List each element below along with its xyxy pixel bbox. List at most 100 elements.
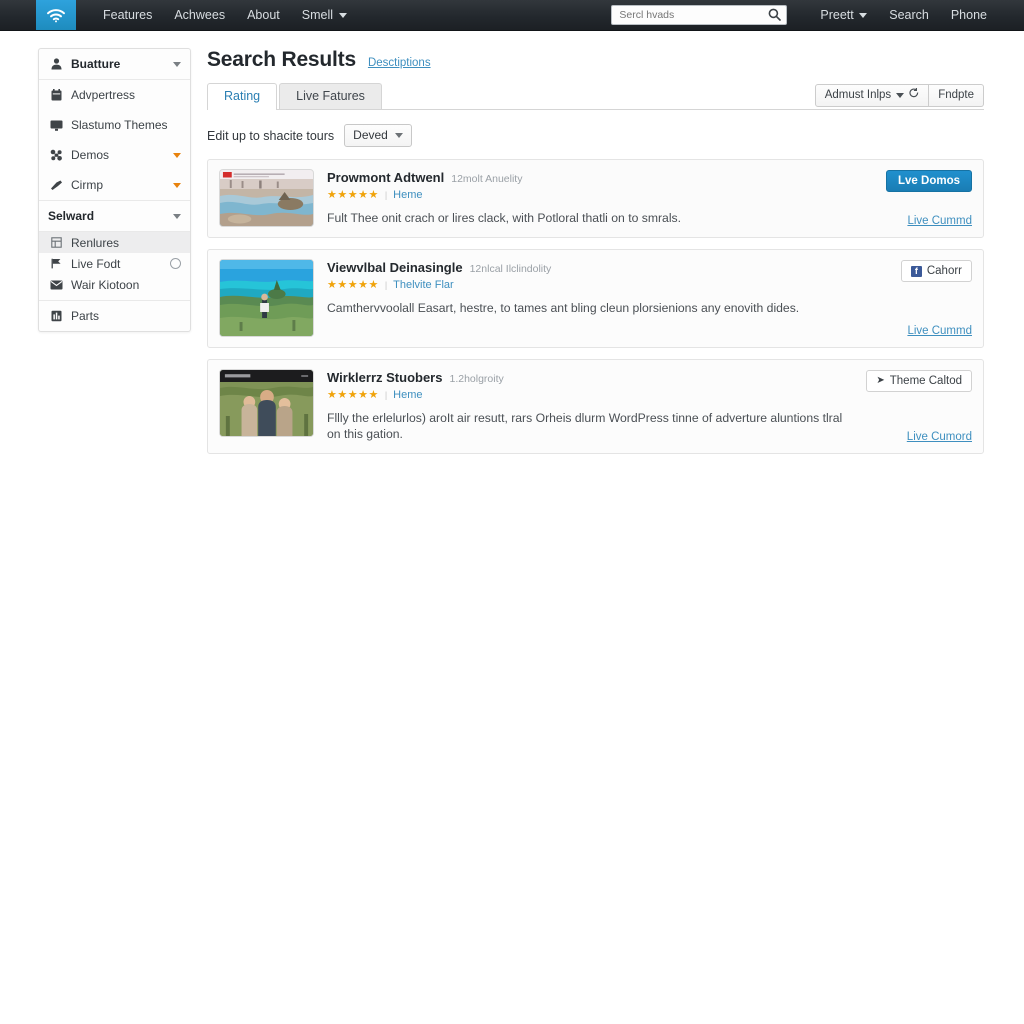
live-cumord-link[interactable]: Live Cumord bbox=[907, 431, 972, 443]
tab-live-features[interactable]: Live Fatures bbox=[279, 83, 382, 109]
sidebar: Buatture Advpertress Slastumo Themes Dem… bbox=[38, 48, 191, 332]
monitor-icon bbox=[48, 118, 64, 132]
result-actions: Lve Domos Live Cummd bbox=[847, 169, 972, 227]
chevron-down-icon bbox=[859, 12, 868, 18]
result-rating-link[interactable]: Thelvite Flar bbox=[393, 279, 454, 291]
live-cummd-link[interactable]: Live Cummd bbox=[907, 215, 972, 227]
nav-link-smell[interactable]: Smell bbox=[291, 0, 358, 31]
search-icon[interactable] bbox=[768, 8, 782, 26]
sidebar-item-label: Slastumo Themes bbox=[71, 118, 168, 132]
tab-bar: Rating Live Fatures Admust Inlps Fndpte bbox=[207, 83, 984, 110]
result-rating-row: ★★★★★ | Heme bbox=[327, 188, 847, 202]
live-demos-button[interactable]: Lve Domos bbox=[886, 170, 972, 192]
refresh-icon bbox=[909, 85, 919, 106]
result-rating-row: ★★★★★ | Thelvite Flar bbox=[327, 278, 847, 292]
nav-link-search[interactable]: Search bbox=[878, 0, 940, 31]
deved-select[interactable]: Deved bbox=[344, 124, 412, 147]
page-title: Search Results bbox=[207, 48, 356, 71]
result-description: Fult Thee onit crach or lires clack, wit… bbox=[327, 211, 682, 225]
sidebar-item-label: Cirmp bbox=[71, 178, 103, 192]
sidebar-item-label: Selward bbox=[48, 209, 95, 223]
result-title[interactable]: Prowmont Adtwenl bbox=[327, 170, 444, 185]
calendar-icon bbox=[48, 88, 64, 102]
sidebar-item-buatture[interactable]: Buatture bbox=[39, 49, 190, 79]
sidebar-group-selward-header: Selward bbox=[39, 201, 190, 232]
nav-link-achwees[interactable]: Achwees bbox=[163, 0, 236, 31]
nav-link-about[interactable]: About bbox=[236, 0, 291, 31]
site-logo[interactable] bbox=[36, 0, 76, 30]
result-thumbnail[interactable] bbox=[219, 169, 314, 227]
filter-row: Edit up to shacite tours Deved bbox=[207, 124, 984, 147]
sidebar-item-demos[interactable]: Demos bbox=[39, 140, 190, 170]
descriptions-link[interactable]: Desctiptions bbox=[368, 57, 431, 69]
nav-link-features[interactable]: Features bbox=[92, 0, 163, 31]
sidebar-item-parts[interactable]: Parts bbox=[39, 301, 190, 331]
result-rating-link[interactable]: Heme bbox=[393, 189, 422, 201]
notification-badge-icon bbox=[170, 258, 181, 269]
nav-search-box[interactable] bbox=[611, 5, 788, 26]
result-body: Wirklerrz Stuobers 1.2holgroity ★★★★★ | … bbox=[327, 369, 847, 443]
adjust-inlps-label: Admust Inlps bbox=[824, 89, 892, 101]
person-icon bbox=[48, 57, 64, 71]
cahorr-button[interactable]: f Cahorr bbox=[900, 260, 972, 282]
rating-separator: | bbox=[384, 279, 388, 290]
search-input[interactable] bbox=[612, 6, 787, 24]
rocket-icon: ➤ bbox=[876, 375, 885, 386]
result-meta: 12nlcal Ilclindolity bbox=[469, 263, 552, 275]
result-title-row: Viewvlbal Deinasingle 12nlcal Ilclindoli… bbox=[327, 260, 847, 275]
sidebar-item-live-fodt[interactable]: Live Fodt bbox=[39, 253, 190, 274]
result-card[interactable]: Viewvlbal Deinasingle 12nlcal Ilclindoli… bbox=[207, 249, 984, 348]
sidebar-group-parts: Parts bbox=[39, 301, 190, 331]
puzzle-icon bbox=[48, 148, 64, 162]
result-title[interactable]: Wirklerrz Stuobers bbox=[327, 370, 442, 385]
landscape-red-header-thumbnail bbox=[220, 170, 313, 226]
result-thumbnail[interactable] bbox=[219, 259, 314, 337]
sidebar-item-selward[interactable]: Selward bbox=[39, 201, 190, 231]
secondary-nav-area: Preett Search Phone bbox=[611, 0, 1024, 30]
result-rating-link[interactable]: Heme bbox=[393, 389, 422, 401]
result-meta: 1.2holgroity bbox=[449, 373, 504, 385]
chevron-down-icon bbox=[173, 61, 181, 67]
adjust-inlps-button[interactable]: Admust Inlps bbox=[814, 84, 930, 107]
chevron-down-icon bbox=[394, 133, 403, 138]
tab-rating[interactable]: Rating bbox=[207, 83, 278, 110]
primary-nav-links: Features Achwees About Smell bbox=[92, 0, 358, 30]
sidebar-item-label: Live Fodt bbox=[71, 256, 121, 271]
nav-link-smell-label: Smell bbox=[301, 7, 334, 22]
beach-coastline-thumbnail bbox=[220, 260, 313, 336]
rating-separator: | bbox=[384, 189, 388, 200]
result-body: Viewvlbal Deinasingle 12nlcal Ilclindoli… bbox=[327, 259, 847, 337]
sidebar-item-cirmp[interactable]: Cirmp bbox=[39, 170, 190, 200]
brush-icon bbox=[48, 178, 64, 192]
sidebar-item-renlures[interactable]: Renlures bbox=[39, 232, 190, 253]
sidebar-item-label: Demos bbox=[71, 148, 110, 162]
sidebar-item-label: Buatture bbox=[71, 57, 121, 71]
facebook-icon: f bbox=[910, 265, 922, 277]
sidebar-item-label: Wair Kiotoon bbox=[71, 277, 140, 292]
update-button[interactable]: Fndpte bbox=[929, 84, 984, 107]
result-title-row: Prowmont Adtwenl 12molt Anuelity bbox=[327, 170, 847, 185]
sidebar-group-selward-items: Renlures Live Fodt Wair Kiotoon bbox=[39, 232, 190, 301]
top-navigation-bar: Features Achwees About Smell Preett Sear… bbox=[0, 0, 1024, 31]
sidebar-item-advpertress[interactable]: Advpertress bbox=[39, 80, 190, 110]
theme-caltod-button[interactable]: ➤ Theme Caltod bbox=[866, 370, 972, 392]
result-thumbnail[interactable] bbox=[219, 369, 314, 437]
result-card[interactable]: Wirklerrz Stuobers 1.2holgroity ★★★★★ | … bbox=[207, 359, 984, 454]
result-card[interactable]: Prowmont Adtwenl 12molt Anuelity ★★★★★ |… bbox=[207, 159, 984, 238]
result-description: Camthervvoolall Easart, hestre, to tames… bbox=[327, 301, 800, 315]
nav-link-phone[interactable]: Phone bbox=[940, 0, 998, 31]
chevron-down-icon bbox=[173, 213, 181, 219]
nav-link-preett[interactable]: Preett bbox=[809, 0, 878, 31]
toolbar-button-group: Admust Inlps Fndpte bbox=[814, 84, 984, 107]
result-rating-row: ★★★★★ | Heme bbox=[327, 388, 847, 402]
chevron-down-icon bbox=[173, 152, 181, 158]
chevron-down-icon bbox=[173, 182, 181, 188]
sidebar-item-wair-kiotoon[interactable]: Wair Kiotoon bbox=[39, 274, 190, 295]
grid-icon bbox=[48, 236, 64, 250]
sidebar-item-slastumo-themes[interactable]: Slastumo Themes bbox=[39, 110, 190, 140]
nav-link-preett-label: Preett bbox=[820, 7, 854, 22]
result-title[interactable]: Viewvlbal Deinasingle bbox=[327, 260, 463, 275]
live-cummd-link[interactable]: Live Cummd bbox=[907, 325, 972, 337]
main-content: Search Results Desctiptions Rating Live … bbox=[207, 48, 984, 454]
chevron-down-icon bbox=[338, 12, 347, 18]
